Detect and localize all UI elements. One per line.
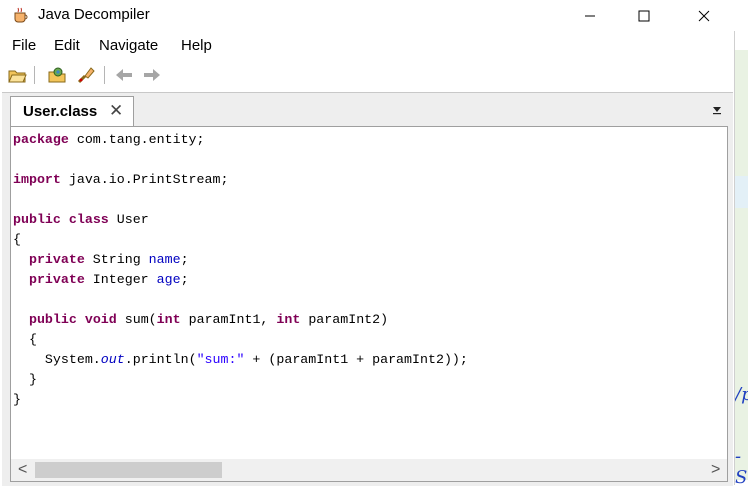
menu-file[interactable]: File bbox=[12, 37, 36, 54]
scroll-left-icon[interactable]: < bbox=[18, 461, 27, 479]
tab-close-icon[interactable]: ✕ bbox=[109, 101, 123, 121]
editor-tab-area: User.class ✕ package com.tang.entity; im… bbox=[2, 92, 733, 486]
window-title: Java Decompiler bbox=[38, 6, 150, 23]
toolbar-separator bbox=[34, 66, 35, 84]
tab-label: User.class bbox=[23, 103, 98, 120]
minimize-button[interactable] bbox=[567, 0, 613, 31]
title-bar: Java Decompiler bbox=[0, 0, 735, 31]
close-icon bbox=[698, 10, 710, 21]
search-icon[interactable] bbox=[76, 65, 96, 85]
scroll-right-icon[interactable]: > bbox=[711, 461, 720, 479]
tab-user-class[interactable]: User.class ✕ bbox=[10, 96, 134, 126]
close-button[interactable] bbox=[681, 0, 727, 31]
horizontal-scrollbar[interactable]: < > bbox=[11, 459, 727, 481]
menu-navigate[interactable]: Navigate bbox=[99, 37, 158, 54]
background-window: /p -S bbox=[735, 0, 748, 488]
forward-arrow-icon[interactable] bbox=[142, 65, 162, 85]
minimize-icon bbox=[585, 15, 595, 16]
background-text-fragment: /p bbox=[735, 384, 748, 405]
menu-bar: File Edit Navigate Help bbox=[0, 33, 735, 59]
menu-help[interactable]: Help bbox=[181, 37, 212, 54]
maximize-icon bbox=[638, 10, 650, 21]
app-window: Java Decompiler File Edit Navigate Help bbox=[0, 0, 735, 486]
toolbar-separator bbox=[104, 66, 105, 84]
toolbar bbox=[0, 62, 735, 88]
menu-edit[interactable]: Edit bbox=[54, 37, 80, 54]
open-type-icon[interactable] bbox=[47, 65, 67, 85]
maximize-button[interactable] bbox=[621, 0, 667, 31]
code-editor[interactable]: package com.tang.entity; import java.io.… bbox=[10, 126, 728, 482]
tab-list-menu-icon[interactable] bbox=[711, 103, 723, 115]
open-folder-icon[interactable] bbox=[7, 65, 27, 85]
back-arrow-icon[interactable] bbox=[114, 65, 134, 85]
source-code: package com.tang.entity; import java.io.… bbox=[13, 132, 468, 407]
scrollbar-thumb[interactable] bbox=[35, 462, 222, 478]
coffee-cup-icon bbox=[14, 7, 28, 23]
background-text-fragment: -S bbox=[735, 446, 748, 488]
